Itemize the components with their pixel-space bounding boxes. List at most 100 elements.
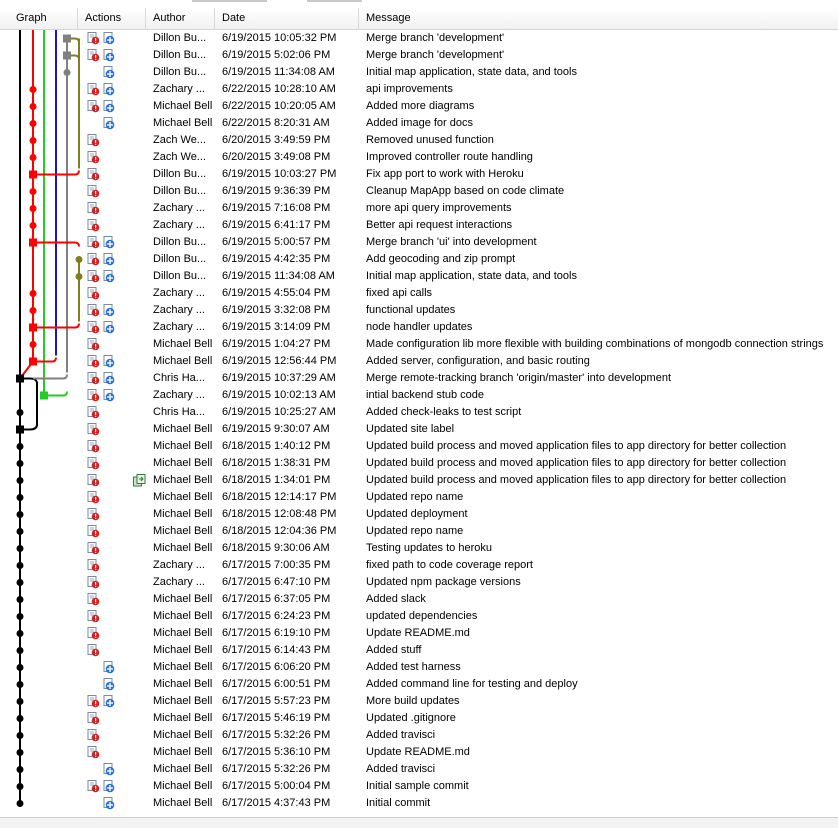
commit-row[interactable]: Dillon Bu... 6/19/2015 10:05:32 PM Merge b… [0,30,838,47]
commit-row[interactable]: Michael Bell 6/17/2015 5:57:23 PM More bui… [0,693,838,710]
compare-icon[interactable] [133,474,146,487]
commit-row[interactable]: Michael Bell 6/17/2015 5:32:26 PM Added tr… [0,761,838,778]
commit-row[interactable]: Zach We... 6/20/2015 3:49:08 PM Improved c… [0,149,838,166]
commit-row[interactable]: Zachary ... 6/22/2015 10:28:10 AM api impr… [0,81,838,98]
push-icon[interactable] [102,678,115,691]
commit-node[interactable] [16,494,24,501]
commit-row[interactable]: Michael Bell 6/18/2015 1:38:31 PM Updated … [0,455,838,472]
merge-node[interactable] [63,51,71,60]
push-icon[interactable] [102,100,115,113]
commit-row[interactable]: Michael Bell 6/17/2015 6:06:20 PM Added te… [0,659,838,676]
commit-row[interactable]: Dillon Bu... 6/19/2015 5:02:06 PM Merge br… [0,47,838,64]
commit-list[interactable]: Dillon Bu... 6/19/2015 10:05:32 PM Merge b… [0,30,838,817]
commit-node[interactable] [16,613,24,620]
commit-node[interactable] [75,256,83,263]
commit-node[interactable] [16,562,24,569]
commit-row[interactable]: Zachary ... 6/17/2015 6:47:10 PM Updated n… [0,574,838,591]
commit-row[interactable]: Michael Bell 6/17/2015 6:24:23 PM updated … [0,608,838,625]
column-header-message[interactable]: Message [359,8,838,29]
commit-node[interactable] [63,69,71,76]
commit-row[interactable]: Michael Bell 6/19/2015 1:04:27 PM Made con… [0,336,838,353]
commit-row[interactable]: Zachary ... 6/19/2015 3:32:08 PM functiona… [0,302,838,319]
commit-node[interactable] [16,596,24,603]
commit-node[interactable] [29,103,37,110]
push-icon[interactable] [102,253,115,266]
commit-node[interactable] [29,137,37,144]
commit-row[interactable]: Zach We... 6/20/2015 3:49:59 PM Removed un… [0,132,838,149]
commit-row[interactable]: Dillon Bu... 6/19/2015 9:36:39 PM Cleanup … [0,183,838,200]
commit-row[interactable]: Michael Bell 6/19/2015 12:56:44 PM Added s… [0,353,838,370]
push-icon[interactable] [102,355,115,368]
push-icon[interactable] [102,236,115,249]
column-header-date[interactable]: Date [215,8,359,29]
commit-node[interactable] [29,154,37,161]
commit-row[interactable]: Michael Bell 6/22/2015 10:20:05 AM Added m… [0,98,838,115]
commit-row[interactable]: Michael Bell 6/22/2015 8:20:31 AM Added im… [0,115,838,132]
merge-node[interactable] [29,357,37,366]
commit-row[interactable]: Michael Bell 6/18/2015 12:08:48 PM Updated… [0,506,838,523]
merge-node[interactable] [29,238,37,247]
push-icon[interactable] [102,389,115,402]
commit-row[interactable]: Zachary ... 6/19/2015 4:55:04 PM fixed api… [0,285,838,302]
commit-node[interactable] [16,511,24,518]
commit-row[interactable]: Michael Bell 6/17/2015 6:00:51 PM Added co… [0,676,838,693]
commit-node[interactable] [16,715,24,722]
push-icon[interactable] [102,780,115,793]
commit-row[interactable]: Zachary ... 6/19/2015 6:41:17 PM Better ap… [0,217,838,234]
commit-node[interactable] [16,528,24,535]
merge-node[interactable] [16,425,24,434]
push-icon[interactable] [102,304,115,317]
commit-row[interactable]: Michael Bell 6/18/2015 1:40:12 PM Updated … [0,438,838,455]
merge-node[interactable] [40,391,48,400]
push-icon[interactable] [102,270,115,283]
commit-row[interactable]: Chris Ha... 6/19/2015 10:25:27 AM Added ch… [0,404,838,421]
commit-row[interactable]: Michael Bell 6/17/2015 5:36:10 PM Update R… [0,744,838,761]
merge-node[interactable] [29,323,37,332]
commit-row[interactable]: Michael Bell 6/18/2015 9:30:06 AM Testing … [0,540,838,557]
commit-node[interactable] [29,290,37,297]
commit-node[interactable] [16,681,24,688]
commit-node[interactable] [16,732,24,739]
commit-row[interactable]: Dillon Bu... 6/19/2015 11:34:08 AM Initial… [0,268,838,285]
commit-row[interactable]: Michael Bell 6/17/2015 6:37:05 PM Added sl… [0,591,838,608]
commit-node[interactable] [16,749,24,756]
column-header-graph[interactable]: Graph [9,8,78,29]
commit-node[interactable] [16,460,24,467]
commit-row[interactable]: Dillon Bu... 6/19/2015 5:00:57 PM Merge br… [0,234,838,251]
commit-node[interactable] [16,630,24,637]
commit-row[interactable]: Michael Bell 6/18/2015 12:14:17 PM Updated… [0,489,838,506]
push-icon[interactable] [102,372,115,385]
merge-node[interactable] [63,34,71,43]
commit-node[interactable] [29,222,37,229]
push-icon[interactable] [102,763,115,776]
commit-row[interactable]: Dillon Bu... 6/19/2015 10:03:27 PM Fix app… [0,166,838,183]
commit-node[interactable] [29,205,37,212]
column-header-author[interactable]: Author [146,8,215,29]
commit-row[interactable]: Michael Bell 6/17/2015 5:00:04 PM Initial … [0,778,838,795]
commit-row[interactable]: Michael Bell 6/18/2015 12:04:36 PM Updated… [0,523,838,540]
commit-node[interactable] [29,307,37,314]
merge-node[interactable] [16,374,24,383]
commit-node[interactable] [16,698,24,705]
commit-node[interactable] [16,664,24,671]
push-icon[interactable] [102,117,115,130]
commit-row[interactable]: Michael Bell 6/17/2015 5:32:26 PM Added tr… [0,727,838,744]
commit-row[interactable]: Michael Bell 6/17/2015 6:19:10 PM Update R… [0,625,838,642]
push-icon[interactable] [102,32,115,45]
commit-node[interactable] [16,545,24,552]
commit-node[interactable] [29,86,37,93]
commit-node[interactable] [29,341,37,348]
commit-node[interactable] [16,477,24,484]
commit-row[interactable]: Zachary ... 6/19/2015 7:16:08 PM more api … [0,200,838,217]
push-icon[interactable] [102,797,115,810]
push-icon[interactable] [102,66,115,79]
commit-row[interactable]: Dillon Bu... 6/19/2015 4:42:35 PM Add geoc… [0,251,838,268]
commit-node[interactable] [16,409,24,416]
commit-node[interactable] [16,443,24,450]
commit-row[interactable]: Chris Ha... 6/19/2015 10:37:29 AM Merge re… [0,370,838,387]
commit-node[interactable] [16,800,24,807]
commit-node[interactable] [16,783,24,790]
commit-node[interactable] [29,188,37,195]
commit-row[interactable]: Zachary ... 6/17/2015 7:00:35 PM fixed pat… [0,557,838,574]
commit-row[interactable]: Michael Bell 6/19/2015 9:30:07 AM Updated … [0,421,838,438]
